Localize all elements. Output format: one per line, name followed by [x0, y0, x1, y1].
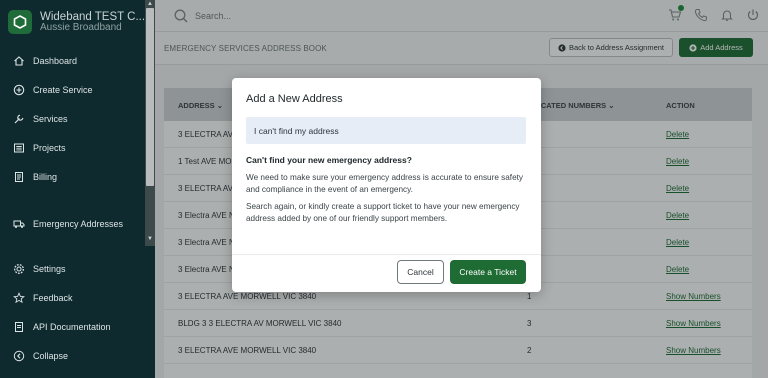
- sidebar-item-label: Projects: [33, 142, 66, 153]
- sidebar-item-projects[interactable]: Projects: [0, 133, 145, 162]
- sidebar-item-label: Services: [33, 113, 68, 124]
- truck-icon: [13, 220, 25, 228]
- modal-title: Add a New Address: [246, 93, 343, 105]
- sidebar-item-label: Feedback: [33, 292, 73, 303]
- modal-subheading: Can't find your new emergency address?: [246, 155, 412, 165]
- sidebar-item-emergency-addresses[interactable]: Emergency Addresses: [0, 209, 145, 238]
- doc-icon: [15, 321, 23, 332]
- sidebar-item-label: API Documentation: [33, 321, 111, 332]
- plus-circle-icon: [13, 84, 25, 95]
- hexagon-logo-icon: [8, 10, 32, 34]
- gear-icon: [14, 263, 24, 274]
- collapse-icon: [13, 350, 25, 361]
- scroll-down-arrow-icon[interactable]: ▼: [147, 236, 153, 242]
- account-provider: Aussie Broadband: [40, 21, 122, 33]
- sidebar-item-dashboard[interactable]: Dashboard: [0, 46, 145, 75]
- sidebar-item-settings[interactable]: Settings: [0, 254, 155, 283]
- star-icon: [13, 291, 25, 303]
- sidebar-item-create-service[interactable]: Create Service: [0, 75, 145, 104]
- sidebar: Wideband TEST C... Aussie Broadband Dash…: [0, 0, 155, 378]
- scroll-up-arrow-icon[interactable]: ▲: [147, 1, 153, 7]
- address-search-field[interactable]: I can't find my address: [246, 117, 526, 144]
- sidebar-item-label: Create Service: [33, 84, 93, 95]
- document-icon: [15, 171, 23, 182]
- sidebar-item-label: Settings: [33, 263, 66, 274]
- sidebar-scrollbar[interactable]: ▲ ▼: [145, 0, 155, 246]
- scrollbar-thumb[interactable]: [146, 8, 154, 186]
- sidebar-item-collapse[interactable]: Collapse: [0, 341, 155, 370]
- sidebar-item-billing[interactable]: Billing: [0, 162, 145, 191]
- create-ticket-button[interactable]: Create a Ticket: [450, 260, 526, 284]
- wrench-icon: [14, 114, 24, 123]
- sidebar-item-label: Billing: [33, 171, 58, 182]
- list-icon: [14, 143, 24, 152]
- sidebar-item-label: Emergency Addresses: [33, 218, 124, 229]
- sidebar-item-services[interactable]: Services: [0, 104, 145, 133]
- brand-header[interactable]: Wideband TEST C... Aussie Broadband: [0, 0, 155, 44]
- sidebar-item-feedback[interactable]: Feedback: [0, 283, 155, 312]
- sidebar-item-api-documentation[interactable]: API Documentation: [0, 312, 155, 341]
- home-icon: [14, 55, 24, 66]
- account-name: Wideband TEST C...: [40, 10, 146, 23]
- modal-paragraph-2: Search again, or kindly create a support…: [246, 202, 520, 223]
- modal-paragraph-1: We need to make sure your emergency addr…: [246, 173, 523, 194]
- sidebar-item-label: Dashboard: [33, 55, 78, 66]
- sidebar-item-label: Collapse: [33, 350, 69, 361]
- cancel-button[interactable]: Cancel: [397, 260, 444, 284]
